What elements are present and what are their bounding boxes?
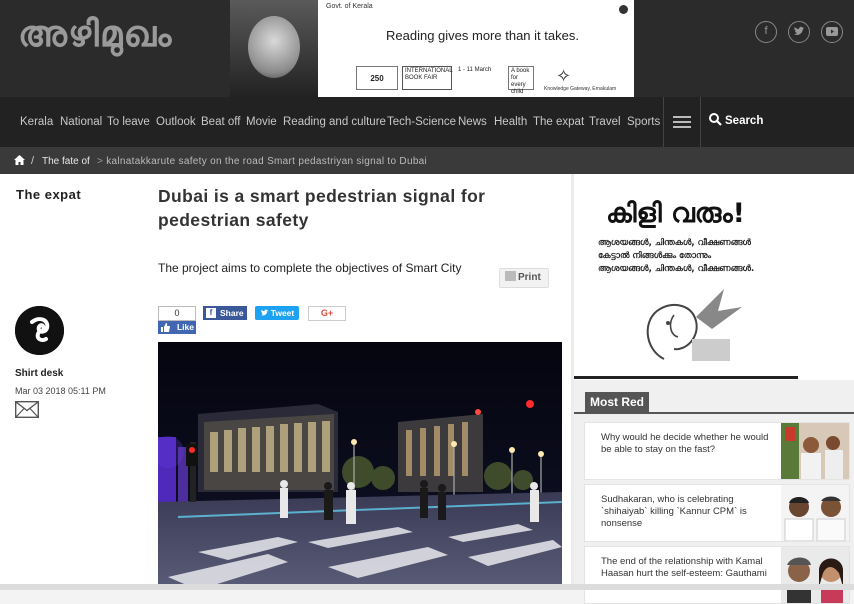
ad-strip: 250 INTERNATIONAL BOOK FAIR 1 - 11 March…	[356, 66, 616, 95]
main-nav: Kerala National To leave Outlook Beat of…	[0, 97, 854, 147]
print-button[interactable]: Print	[499, 268, 549, 288]
sidebar-ad[interactable]: കിളി വരും! ആശയങ്ങൾ, ചിന്തകൾ, വീക്ഷണങ്ങൾ …	[574, 174, 854, 380]
breadcrumb-current: > kalnatakkarute safety on the road Smar…	[97, 156, 428, 167]
ad-fair-dates: 1 - 11 March	[458, 67, 492, 73]
nav-item-tech-science[interactable]: Tech-Science	[387, 116, 456, 128]
most-read-thumbnail[interactable]	[781, 547, 849, 603]
sidebar-ad-line-2: കേട്ടാൽ നിങ്ങൾക്കും തോന്നും	[598, 251, 712, 261]
sidebar-ad-line-3: ആശയങ്ങൾ, ചിന്തകൾ, വീക്ഷണങ്ങൾ.	[598, 264, 755, 274]
tweet-button[interactable]: Tweet	[255, 306, 299, 320]
right-sidebar: കിളി വരും! ആശയങ്ങൾ, ചിന്തകൾ, വീക്ഷണങ്ങൾ …	[574, 174, 854, 604]
section-label[interactable]: The expat	[16, 187, 81, 202]
bird-head-illustration	[646, 289, 742, 361]
most-read-rule	[574, 412, 854, 414]
ad-bank-name: Govt. of Kerala	[326, 3, 373, 10]
most-read-thumbnail[interactable]	[781, 423, 849, 479]
nav-item-reading-culture[interactable]: Reading and culture	[283, 116, 386, 128]
hamburger-menu-icon[interactable]	[663, 97, 701, 147]
nav-item-to-leave[interactable]: To leave	[107, 116, 150, 128]
ad-fair-title: INTERNATIONAL BOOK FAIR	[402, 66, 453, 90]
nav-item-sports[interactable]: Sports	[627, 116, 660, 128]
article-photo[interactable]	[158, 342, 562, 590]
facebook-icon: f	[206, 308, 216, 318]
facebook-share-button[interactable]: f Share	[203, 306, 247, 320]
ad-tagline: A book for every child	[508, 66, 534, 95]
sidebar-ad-title: കിളി വരും!	[606, 198, 745, 229]
thumbs-up-icon	[161, 323, 170, 332]
sidebar-ad-rule	[574, 376, 798, 379]
author-column: The expat Shirt desk Mar 03 2018 05:11 P…	[0, 174, 151, 590]
breadcrumb: / The fate of > kalnatakkarute safety on…	[0, 147, 854, 174]
nav-item-national[interactable]: National	[60, 116, 102, 128]
search-button[interactable]: Search	[709, 113, 763, 127]
most-read-item-text[interactable]: The end of the relationship with Kamal H…	[601, 556, 773, 580]
horizontal-scrollbar[interactable]	[0, 584, 854, 590]
bird-logo-icon: ✧	[556, 66, 572, 86]
top-ad-banner[interactable]: Govt. of Kerala Reading gives more than …	[230, 0, 634, 97]
youtube-icon[interactable]	[821, 21, 843, 43]
google-plus-button[interactable]: G+	[308, 306, 346, 321]
most-read-item[interactable]: Why would he decide whether he would be …	[584, 422, 850, 480]
nav-item-the-expat[interactable]: The expat	[533, 116, 584, 128]
ad-portrait-image	[230, 0, 318, 97]
most-read-thumbnail[interactable]	[781, 485, 849, 541]
nav-item-movie[interactable]: Movie	[246, 116, 277, 128]
publish-date: Mar 03 2018 05:11 PM	[15, 386, 106, 396]
nav-item-news[interactable]: News	[458, 116, 487, 128]
mail-icon[interactable]	[14, 400, 40, 423]
avatar	[15, 306, 64, 355]
nav-item-kerala[interactable]: Kerala	[20, 116, 53, 128]
twitter-icon	[260, 309, 269, 316]
nav-item-health[interactable]: Health	[494, 116, 527, 128]
breadcrumb-category[interactable]: The fate of	[42, 156, 90, 167]
most-read-item[interactable]: The end of the relationship with Kamal H…	[584, 546, 850, 604]
article-summary: The project aims to complete the objecti…	[158, 261, 462, 275]
print-icon	[505, 271, 516, 281]
like-count: 0	[158, 306, 196, 321]
search-icon	[709, 113, 722, 126]
top-header: അഴിമുഖം Govt. of Kerala Reading gives mo…	[0, 0, 854, 97]
nav-item-outlook[interactable]: Outlook	[156, 116, 196, 128]
twitter-icon[interactable]	[788, 21, 810, 43]
like-button[interactable]: Like	[158, 321, 196, 334]
most-read-item-text[interactable]: Why would he decide whether he would be …	[601, 432, 773, 456]
ad-headline: Reading gives more than it takes.	[386, 28, 579, 43]
ad-badge-250: 250	[356, 66, 398, 90]
author-name[interactable]: Shirt desk	[15, 368, 63, 379]
nav-item-beat-off[interactable]: Beat off	[201, 116, 240, 128]
ad-corner-emblem	[616, 3, 630, 29]
most-read-item-text[interactable]: Sudhakaran, who is celebrating `shihaiya…	[601, 494, 773, 530]
facebook-icon[interactable]: f	[755, 21, 777, 43]
most-read-title: Most Red	[585, 392, 649, 412]
breadcrumb-separator: /	[31, 155, 35, 167]
nav-item-travel[interactable]: Travel	[589, 116, 621, 128]
most-read-item[interactable]: Sudhakaran, who is celebrating `shihaiya…	[584, 484, 850, 542]
article-headline: Dubai is a smart pedestrian signal for p…	[158, 186, 486, 230]
site-logo[interactable]: അഴിമുഖം	[18, 14, 172, 56]
home-icon[interactable]	[14, 155, 25, 168]
article-column: Dubai is a smart pedestrian signal for p…	[151, 174, 571, 590]
sidebar-ad-line-1: ആശയങ്ങൾ, ചിന്തകൾ, വീക്ഷണങ്ങൾ	[598, 238, 751, 248]
search-label: Search	[725, 115, 764, 127]
ad-partner: Knowledge Gateway, Ernakulam	[544, 86, 617, 92]
